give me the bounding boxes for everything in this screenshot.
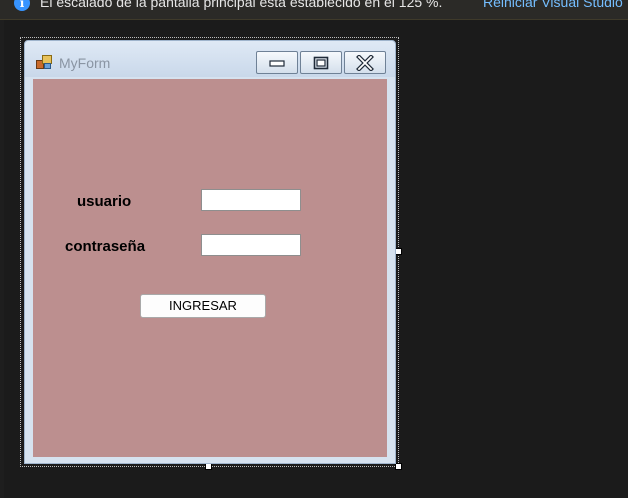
minimize-button[interactable] — [256, 51, 298, 74]
form-title: MyForm — [59, 55, 111, 71]
maximize-button[interactable] — [300, 51, 342, 74]
winforms-app-icon — [36, 55, 52, 70]
close-button[interactable] — [344, 51, 386, 74]
close-icon — [356, 54, 374, 71]
infobar: i El escalado de la pantalla principal e… — [0, 0, 628, 20]
contrasena-label: contraseña — [65, 238, 146, 255]
minimize-icon — [269, 59, 285, 67]
infobar-message: El escalado de la pantalla principal est… — [40, 0, 443, 10]
maximize-icon — [313, 56, 329, 69]
resize-handle-bottom-right[interactable] — [395, 463, 402, 470]
resize-handle-right[interactable] — [395, 248, 402, 255]
usuario-label: usuario — [77, 193, 132, 210]
usuario-input[interactable] — [201, 189, 301, 211]
restart-visual-studio-link[interactable]: Reiniciar Visual Studio — [483, 0, 623, 10]
form-titlebar[interactable]: MyForm — [25, 41, 395, 77]
info-icon: i — [14, 0, 30, 11]
myform-window[interactable]: MyForm usuario contraseña INGRESAR — [24, 40, 396, 464]
form-client-area: usuario contraseña INGRESAR — [33, 79, 387, 457]
resize-handle-bottom[interactable] — [205, 463, 212, 470]
ingresar-button[interactable]: INGRESAR — [140, 294, 266, 318]
contrasena-input[interactable] — [201, 234, 301, 256]
